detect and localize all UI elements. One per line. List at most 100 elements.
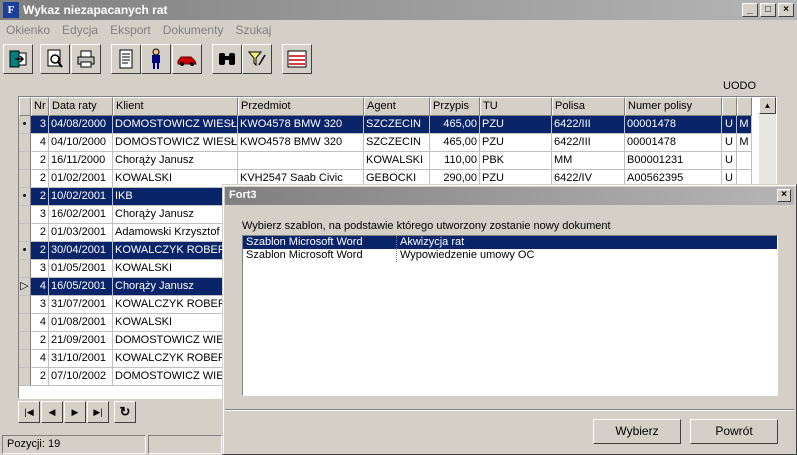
preview-icon xyxy=(47,49,63,68)
cell-date: 04/10/2000 xyxy=(49,134,113,152)
cell-date: 21/09/2001 xyxy=(49,332,113,350)
next-record-button[interactable]: ▶ xyxy=(64,401,86,423)
row-indicator: • xyxy=(19,242,31,260)
search-button[interactable] xyxy=(212,44,242,74)
cell-nr: 4 xyxy=(31,278,49,296)
row-indicator xyxy=(19,206,31,224)
col-indicator[interactable] xyxy=(19,97,31,116)
preview-button[interactable] xyxy=(40,44,70,74)
print-icon xyxy=(77,50,95,68)
cell-tu: PZU xyxy=(480,134,552,152)
template-type: Szablon Microsoft Word xyxy=(243,236,397,249)
row-indicator: ▷ xyxy=(19,278,31,296)
cell-m: M xyxy=(737,116,752,134)
col-przypis[interactable]: Przypis xyxy=(430,97,480,116)
list-item[interactable]: Szablon Microsoft Word Akwizycja rat xyxy=(243,236,777,249)
cell-polisa: MM xyxy=(552,152,625,170)
dialog-close-button[interactable]: × xyxy=(777,189,791,202)
col-przedmiot[interactable]: Przedmiot xyxy=(238,97,364,116)
cell-nr: 2 xyxy=(31,188,49,206)
list-button[interactable] xyxy=(282,44,312,74)
list-item[interactable]: Szablon Microsoft Word Wypowiedzenie umow… xyxy=(243,249,777,262)
cell-u: U xyxy=(722,152,737,170)
cell-date: 30/04/2001 xyxy=(49,242,113,260)
cell-nr: 2 xyxy=(31,242,49,260)
client-button[interactable] xyxy=(141,44,171,74)
first-record-button[interactable]: |◀ xyxy=(18,401,40,423)
cell-numer: 00001478 xyxy=(625,134,722,152)
cell-nr: 3 xyxy=(31,260,49,278)
cell-nr: 2 xyxy=(31,368,49,386)
document-button[interactable] xyxy=(111,44,141,74)
cell-polisa: 6422/III xyxy=(552,134,625,152)
col-polisa[interactable]: Polisa xyxy=(552,97,625,116)
col-numer-polisy[interactable]: Numer polisy xyxy=(625,97,722,116)
vehicle-button[interactable] xyxy=(172,44,202,74)
cell-client: Chorąży Janusz xyxy=(113,278,238,296)
col-u[interactable] xyxy=(722,97,737,116)
choose-button[interactable]: Wybierz xyxy=(593,419,681,444)
binoculars-icon xyxy=(219,53,235,65)
row-indicator: • xyxy=(19,116,31,134)
cell-amount: 465,00 xyxy=(430,116,480,134)
last-record-button[interactable]: ▶| xyxy=(87,401,109,423)
cell-date: 01/02/2001 xyxy=(49,170,113,188)
record-count: Pozycji: 19 xyxy=(2,435,146,454)
cell-date: 04/08/2000 xyxy=(49,116,113,134)
prev-record-button[interactable]: ◀ xyxy=(41,401,63,423)
cell-item: KWO4578 BMW 320 xyxy=(238,134,364,152)
col-nr[interactable]: Nr xyxy=(31,97,49,116)
refresh-button[interactable]: ↻ xyxy=(114,401,136,423)
menu-edycja[interactable]: Edycja xyxy=(56,23,104,37)
close-button[interactable]: × xyxy=(778,3,794,17)
menu-dokumenty[interactable]: Dokumenty xyxy=(157,23,230,37)
scroll-up-arrow-icon[interactable]: ▲ xyxy=(759,97,776,114)
cell-agent: SZCZECIN xyxy=(364,134,430,152)
cell-client: Adamowski Krzysztof xyxy=(113,224,238,242)
cell-nr: 3 xyxy=(31,206,49,224)
cell-m xyxy=(737,152,752,170)
cell-nr: 4 xyxy=(31,314,49,332)
col-m[interactable] xyxy=(737,97,752,116)
table-row[interactable]: 4 04/10/2000 DOMOSTOWICZ WIESŁ KWO4578 BMW … xyxy=(19,134,752,152)
dialog-title-bar[interactable]: Fort3 × xyxy=(225,187,794,205)
row-indicator xyxy=(19,224,31,242)
cell-client: KOWALCZYK ROBERT xyxy=(113,296,238,314)
cell-client: Chorąży Janusz xyxy=(113,152,238,170)
main-window: F Wykaz niezapacanych rat _ □ × Okienko … xyxy=(0,0,797,455)
col-tu[interactable]: TU xyxy=(480,97,552,116)
col-data-raty[interactable]: Data raty xyxy=(49,97,113,116)
cell-date: 01/08/2001 xyxy=(49,314,113,332)
cell-polisa: 6422/III xyxy=(552,116,625,134)
col-klient[interactable]: Klient xyxy=(113,97,238,116)
maximize-button[interactable]: □ xyxy=(760,3,776,17)
list-icon xyxy=(287,50,307,68)
cell-tu: PZU xyxy=(480,116,552,134)
menu-eksport[interactable]: Eksport xyxy=(104,23,157,37)
cell-nr: 4 xyxy=(31,134,49,152)
cell-item xyxy=(238,152,364,170)
row-indicator xyxy=(19,368,31,386)
menu-okienko[interactable]: Okienko xyxy=(0,23,56,37)
col-agent[interactable]: Agent xyxy=(364,97,430,116)
exit-button[interactable] xyxy=(3,44,33,74)
row-indicator xyxy=(19,332,31,350)
row-indicator xyxy=(19,314,31,332)
cell-nr: 2 xyxy=(31,170,49,188)
toolbar xyxy=(0,40,797,76)
cell-nr: 2 xyxy=(31,332,49,350)
menu-szukaj[interactable]: Szukaj xyxy=(229,23,277,37)
minimize-button[interactable]: _ xyxy=(742,3,758,17)
title-bar[interactable]: F Wykaz niezapacanych rat _ □ × xyxy=(0,0,797,20)
status-panel-2 xyxy=(148,435,222,454)
filter-button[interactable] xyxy=(242,44,272,74)
table-row[interactable]: • 3 04/08/2000 DOMOSTOWICZ WIESŁ KWO4578 BMW… xyxy=(19,116,752,134)
template-list[interactable]: Szablon Microsoft Word Akwizycja rat Szabl… xyxy=(242,235,778,396)
document-icon xyxy=(119,49,133,69)
table-row[interactable]: 2 16/11/2000 Chorąży Janusz KOWALSKI 110,00 P… xyxy=(19,152,752,170)
cell-client: IKB xyxy=(113,188,238,206)
row-indicator xyxy=(19,152,31,170)
cell-numer: B00001231 xyxy=(625,152,722,170)
back-button[interactable]: Powrót xyxy=(690,419,778,444)
print-button[interactable] xyxy=(71,44,101,74)
